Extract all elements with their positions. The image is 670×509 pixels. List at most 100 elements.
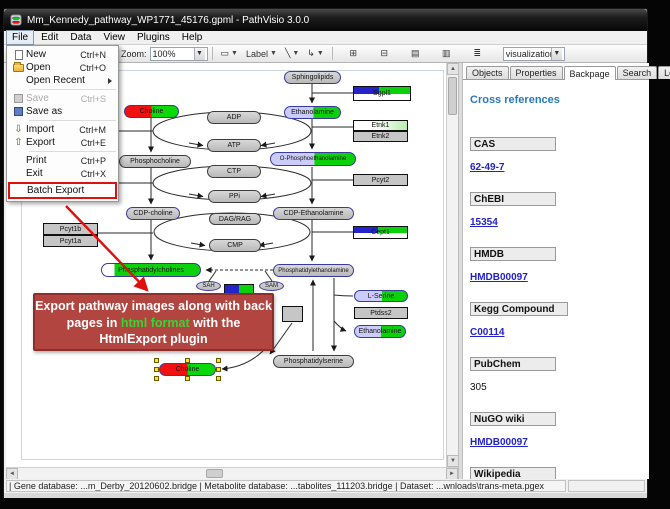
save-icon: [11, 93, 26, 104]
menu-file[interactable]: File: [6, 30, 34, 45]
menu-item-open-recent[interactable]: Open Recent: [7, 74, 118, 87]
selection-handle[interactable]: [216, 376, 221, 381]
node-phosphocholine[interactable]: Phosphocholine: [119, 155, 191, 168]
scrollbar-thumb[interactable]: [448, 77, 457, 115]
zoom-combobox[interactable]: 100% ▼: [150, 47, 208, 61]
import-icon: ⇩: [11, 124, 26, 135]
xref-link[interactable]: 62-49-7: [470, 162, 504, 173]
node-ptdss2[interactable]: Ptdss2: [354, 307, 408, 319]
node-ppi[interactable]: PPi: [208, 190, 261, 203]
node-dag-rag[interactable]: DAG/RAG: [209, 213, 261, 225]
selection-handle[interactable]: [185, 376, 190, 381]
node-pcyt2[interactable]: Pcyt2: [353, 174, 408, 186]
menu-data[interactable]: Data: [65, 31, 96, 44]
node-etnk1[interactable]: Etnk1: [353, 120, 408, 131]
node-cept1[interactable]: Cept1: [353, 226, 408, 239]
node-ctp[interactable]: CTP: [207, 165, 261, 178]
node-gene-box-unlabeled[interactable]: [282, 306, 303, 322]
node-choline-selected[interactable]: Choline: [159, 363, 216, 376]
menu-item-export[interactable]: ⇧ Export Ctrl+E: [7, 136, 118, 149]
xref-section-wikipedia: Wikipedia Choline: [470, 467, 649, 479]
xref-section-nugo: NuGO wiki HMDB00097: [470, 412, 649, 450]
menu-item-batch-export[interactable]: Batch Export: [8, 182, 117, 199]
backpage-panel: Cross references CAS 62-49-7 ChEBI 15354…: [463, 80, 649, 479]
node-etnk2[interactable]: Etnk2: [353, 131, 408, 142]
menu-edit[interactable]: Edit: [36, 31, 63, 44]
align-center-horizontal-button[interactable]: ⊞: [345, 46, 362, 61]
selection-handle[interactable]: [154, 376, 159, 381]
line-tool-button[interactable]: ╲▼: [282, 46, 302, 61]
xref-title: Kegg Compound: [470, 302, 568, 316]
node-l-serine[interactable]: L-Serine: [354, 290, 408, 302]
node-sam[interactable]: SAM: [259, 281, 284, 291]
stack-horizontal-button[interactable]: ≣: [469, 46, 486, 61]
side-panel: Objects Properties Backpage Search Legen…: [463, 63, 649, 479]
node-phosphatidylcholines[interactable]: Phosphatidylcholines: [101, 263, 201, 277]
align-center-vertical-button[interactable]: ⊟: [376, 46, 393, 61]
chevron-down-icon: ▼: [551, 48, 562, 60]
selection-handle[interactable]: [154, 358, 159, 363]
label-icon: Label: [246, 49, 268, 59]
node-atp[interactable]: ATP: [207, 139, 261, 152]
common-size-button[interactable]: ▤: [407, 46, 424, 61]
node-cdp-choline[interactable]: CDP-choline: [126, 207, 180, 220]
connector-tool-button[interactable]: ↳▼: [304, 46, 326, 61]
node-sah[interactable]: SAH: [196, 281, 221, 291]
tab-legend[interactable]: Legend: [658, 66, 670, 79]
chevron-down-icon: ▼: [194, 48, 205, 60]
node-choline[interactable]: Choline: [124, 105, 179, 118]
selection-handle[interactable]: [216, 358, 221, 363]
node-cdp-ethanolamine[interactable]: CDP-Ethanolamine: [273, 207, 354, 220]
xref-title: HMDB: [470, 247, 556, 261]
app-icon: [10, 14, 22, 26]
scrollbar-thumb[interactable]: [206, 469, 223, 478]
node-cmp[interactable]: CMP: [209, 239, 261, 252]
xref-link[interactable]: HMDB00097: [470, 437, 528, 448]
visualization-combobox[interactable]: visualization ▼: [503, 47, 565, 61]
annotation-highlight: html format: [121, 316, 190, 330]
menu-item-open[interactable]: Open Ctrl+O: [7, 61, 118, 74]
title-bar[interactable]: Mm_Kennedy_pathway_WP1771_45176.gpml - P…: [4, 9, 647, 31]
node-ethanolamine[interactable]: Ethanolamine: [284, 106, 341, 119]
node-adp[interactable]: ADP: [207, 111, 261, 124]
menu-help[interactable]: Help: [177, 31, 208, 44]
status-databases: | Gene database: ...m_Derby_20120602.bri…: [6, 480, 566, 492]
label-tool-button[interactable]: Label▼: [243, 46, 280, 61]
node-choline-selected-group[interactable]: Choline: [159, 363, 216, 376]
tab-search[interactable]: Search: [617, 66, 658, 79]
xref-title: CAS: [470, 137, 556, 151]
xref-link[interactable]: C00114: [470, 327, 504, 338]
menu-item-import[interactable]: ⇩ Import Ctrl+M: [7, 123, 118, 136]
node-ethanolamine-bottom[interactable]: Ethanolamine: [354, 325, 406, 338]
node-pcyt1a[interactable]: Pcyt1a: [43, 235, 98, 247]
canvas-horizontal-scrollbar[interactable]: ◄ ►: [6, 467, 458, 479]
node-o-phosphoethanolamine[interactable]: O-Phosphoethanolamine: [270, 152, 356, 166]
annotation-callout: Export pathway images along with back pa…: [33, 293, 274, 351]
menu-plugins[interactable]: Plugins: [132, 31, 175, 44]
menu-item-save-as[interactable]: Save as: [7, 105, 118, 118]
menu-item-exit[interactable]: Exit Ctrl+X: [7, 167, 118, 180]
selection-handle[interactable]: [216, 367, 221, 372]
stack-vertical-button[interactable]: ▥: [438, 46, 455, 61]
tab-properties[interactable]: Properties: [510, 66, 563, 79]
xref-link[interactable]: 15354: [470, 217, 498, 228]
toolbar-separator: [212, 47, 213, 60]
tab-backpage[interactable]: Backpage: [564, 66, 616, 80]
canvas-vertical-scrollbar[interactable]: ▲ ▼: [446, 63, 458, 467]
tab-objects[interactable]: Objects: [466, 66, 509, 79]
xref-link[interactable]: HMDB00097: [470, 272, 528, 283]
node-sphingolipids[interactable]: Sphingolipids: [284, 71, 341, 84]
node-pcyt1b[interactable]: Pcyt1b: [43, 223, 98, 235]
datanode-tool-button[interactable]: ▭▼: [218, 46, 241, 61]
common-size-icon: ▤: [411, 48, 420, 59]
node-phosphatidylethanolamine[interactable]: Phosphatidylethanolamine: [273, 264, 354, 277]
menu-view[interactable]: View: [98, 31, 130, 44]
node-sgpl1[interactable]: Sgpl1: [353, 86, 411, 101]
menu-item-print[interactable]: Print Ctrl+P: [7, 154, 118, 167]
annotation-line3: HtmlExport plugin: [35, 331, 272, 348]
xref-title: PubChem: [470, 357, 556, 371]
status-empty-cell: [568, 480, 645, 492]
menu-item-new[interactable]: New Ctrl+N: [7, 48, 118, 61]
node-phosphatidylserine[interactable]: Phosphatidylserine: [273, 355, 354, 368]
status-bar: | Gene database: ...m_Derby_20120602.bri…: [4, 479, 647, 493]
